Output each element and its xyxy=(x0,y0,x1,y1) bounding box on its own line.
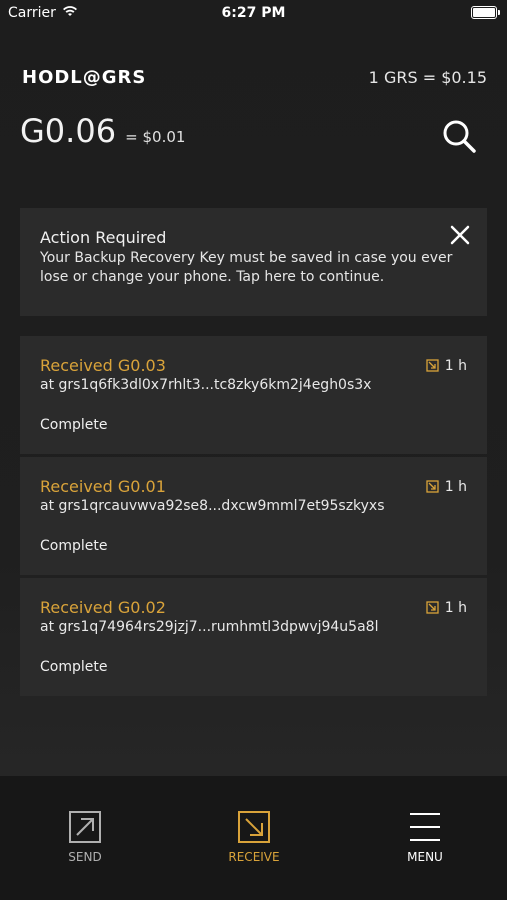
tab-menu[interactable]: MENU xyxy=(365,810,485,864)
status-time: 6:27 PM xyxy=(221,5,286,21)
close-icon[interactable] xyxy=(449,224,471,246)
receive-arrow-icon xyxy=(238,811,270,843)
transaction-address: at grs1q74964rs29jzj7...rumhmtl3dpwvj94u… xyxy=(40,619,379,635)
alert-title: Action Required xyxy=(40,228,167,247)
transaction-status: Complete xyxy=(40,659,108,675)
search-icon[interactable] xyxy=(441,118,477,154)
send-arrow-icon xyxy=(69,811,101,843)
receive-arrow-icon xyxy=(426,480,439,493)
receive-arrow-icon xyxy=(426,601,439,614)
tab-bar: SEND RECEIVE MENU xyxy=(0,776,507,900)
balance-display: G0.06 = $0.01 xyxy=(20,112,185,150)
app-logo: HODL@GRS xyxy=(22,67,147,88)
receive-arrow-icon xyxy=(426,359,439,372)
tab-receive-label: RECEIVE xyxy=(228,850,280,864)
status-bar: Carrier 6:27 PM xyxy=(0,0,507,28)
alert-body: Your Backup Recovery Key must be saved i… xyxy=(40,250,453,285)
transaction-time: 1 h xyxy=(426,358,467,374)
transaction-address: at grs1q6fk3dl0x7rhlt3...tc8zky6km2j4egh… xyxy=(40,377,372,393)
transaction-item[interactable]: Received G0.02 at grs1q74964rs29jzj7...r… xyxy=(20,578,487,696)
battery-icon xyxy=(471,6,500,19)
hamburger-menu-icon xyxy=(410,813,440,841)
tab-receive[interactable]: RECEIVE xyxy=(194,810,314,864)
tab-menu-label: MENU xyxy=(407,850,443,864)
balance-amount: G0.06 xyxy=(20,112,117,150)
transaction-time-label: 1 h xyxy=(444,600,467,616)
transaction-status: Complete xyxy=(40,538,108,554)
transaction-status: Complete xyxy=(40,417,108,433)
transaction-item[interactable]: Received G0.03 at grs1q6fk3dl0x7rhlt3...… xyxy=(20,336,487,454)
transaction-title: Received G0.01 xyxy=(40,477,166,496)
balance-fiat: = $0.01 xyxy=(125,128,186,146)
transaction-time: 1 h xyxy=(426,600,467,616)
transaction-item[interactable]: Received G0.01 at grs1qrcauvwva92se8...d… xyxy=(20,457,487,575)
transaction-time: 1 h xyxy=(426,479,467,495)
transaction-title: Received G0.03 xyxy=(40,356,166,375)
tab-send[interactable]: SEND xyxy=(25,810,145,864)
exchange-rate: 1 GRS = $0.15 xyxy=(368,68,487,87)
backup-alert-card[interactable]: Action Required Your Backup Recovery Key… xyxy=(20,208,487,316)
tab-send-label: SEND xyxy=(68,850,102,864)
transaction-time-label: 1 h xyxy=(444,358,467,374)
transaction-address: at grs1qrcauvwva92se8...dxcw9mml7et95szk… xyxy=(40,498,385,514)
transaction-time-label: 1 h xyxy=(444,479,467,495)
transaction-list: Received G0.03 at grs1q6fk3dl0x7rhlt3...… xyxy=(20,336,487,699)
transaction-title: Received G0.02 xyxy=(40,598,166,617)
